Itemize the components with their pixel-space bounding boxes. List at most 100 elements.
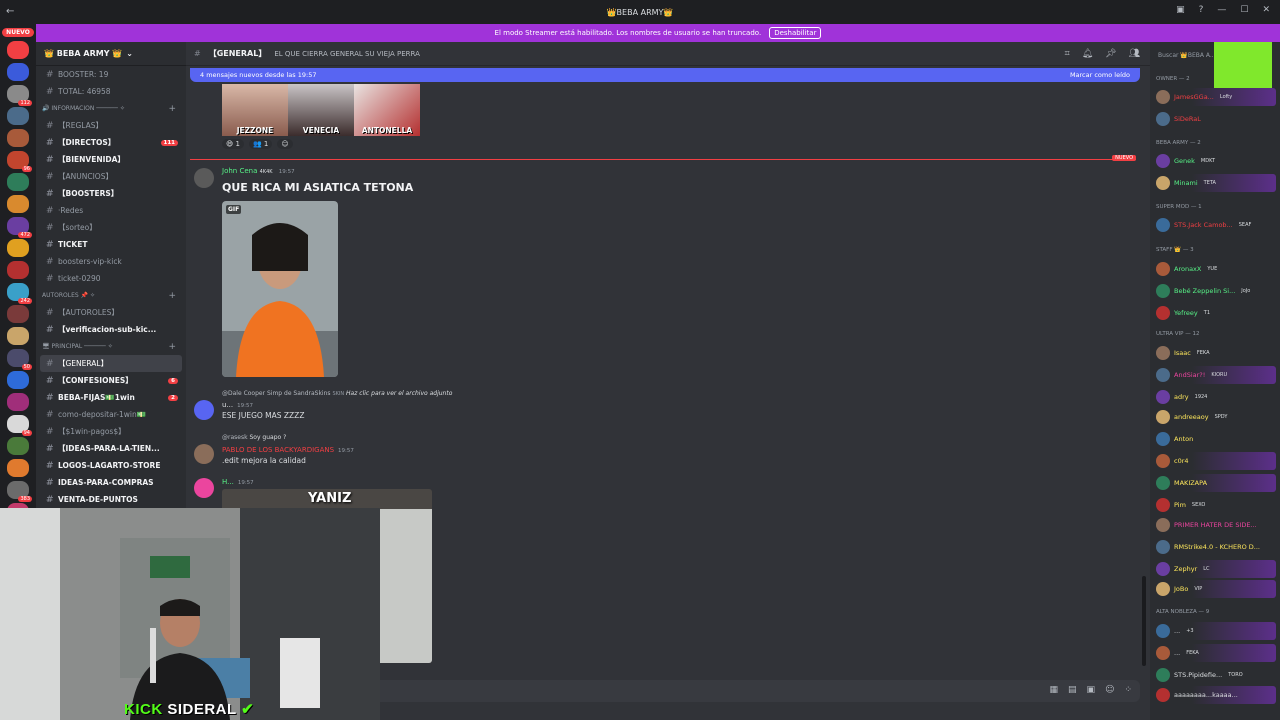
channel-topic[interactable]: EL QUE CIERRA GENERAL SU VIEJA PERRA [274, 50, 420, 58]
member-item[interactable]: AndSiar?! KIORU [1156, 366, 1276, 384]
member-item[interactable]: andreeaoy SPDY [1156, 408, 1276, 426]
member-item[interactable]: RMStrike4.0 - KCHERO D... [1156, 538, 1276, 556]
add-channel-icon[interactable]: + [168, 342, 176, 352]
reply-reference[interactable]: @rasesk Soy guapo ? [222, 434, 286, 441]
member-item[interactable]: Bebé Zeppelin Si... JoJo [1156, 282, 1276, 300]
member-item[interactable]: Minami TETA [1156, 174, 1276, 192]
channel-item[interactable]: # 【AUTOROLES】 [36, 304, 186, 321]
guild-header[interactable]: 👑 BEBA ARMY 👑 ⌄ [36, 42, 186, 66]
member-item[interactable]: STS.Pipidefie... TORO [1156, 666, 1276, 684]
emoji-icon[interactable]: ☺ [1105, 685, 1114, 695]
collage-image[interactable]: JEZZONE [222, 84, 288, 136]
avatar[interactable] [194, 400, 214, 420]
image-collage[interactable]: JEZZONE VENECIA ANTONELLA [222, 84, 420, 136]
server-icon[interactable] [7, 305, 29, 323]
server-icon[interactable] [7, 327, 29, 345]
channel-item[interactable]: # ticket-0290 [36, 270, 186, 287]
channel-item[interactable]: # 【CONFESIONES】 6 [36, 372, 186, 389]
channel-item[interactable]: # IDEAS-PARA-COMPRAS [36, 474, 186, 491]
member-item[interactable]: MAKIZAPA [1156, 474, 1276, 492]
server-icon[interactable]: 94 [7, 415, 32, 436]
gif-icon[interactable]: ▤ [1068, 685, 1077, 695]
avatar[interactable] [194, 478, 214, 498]
maximize-icon[interactable]: ☐ [1240, 5, 1248, 15]
sticker-icon[interactable]: ▣ [1087, 685, 1096, 695]
channel-item[interactable]: # 【GENERAL】 [40, 355, 182, 372]
channel-item[interactable]: # 【BOOSTERS】 [36, 185, 186, 202]
add-channel-icon[interactable]: + [168, 104, 176, 114]
message-author[interactable]: John Cena 4K4K 19:57 [222, 167, 295, 175]
reaction[interactable]: 😄 1 [222, 139, 244, 149]
close-icon[interactable]: ✕ [1262, 5, 1270, 15]
member-item[interactable]: JoBo VIP [1156, 580, 1276, 598]
disable-streamer-button[interactable]: Deshabilitar [769, 27, 822, 39]
server-icon[interactable] [7, 371, 29, 389]
channel-item[interactable]: # 【IDEAS-PARA-LA-TIEN... [36, 440, 186, 457]
message-author[interactable]: u... 19:57 [222, 401, 253, 409]
members-icon[interactable]: 👥︎ [1129, 49, 1140, 59]
server-icon[interactable] [7, 393, 29, 411]
server-icon[interactable] [7, 107, 29, 125]
channel-item[interactable]: # BEBA-FIJAS💵1win 2 [36, 389, 186, 406]
add-channel-icon[interactable]: + [168, 291, 176, 301]
channel-item[interactable]: # TICKET [36, 236, 186, 253]
server-icon[interactable]: 383 [7, 481, 32, 502]
back-arrow-icon[interactable]: ← [6, 6, 14, 17]
channel-category[interactable]: 🖥 PRINCIPAL ────── ✧ + [36, 338, 186, 355]
server-icon[interactable]: 242 [7, 283, 32, 304]
server-icon[interactable] [7, 261, 29, 279]
channel-item[interactable]: # 【sorteo】 [36, 219, 186, 236]
server-icon[interactable] [7, 459, 29, 477]
channel-category[interactable]: AUTOROLES 📌 ✧ + [36, 287, 186, 304]
member-item[interactable]: Yefreey T1 [1156, 304, 1276, 322]
threads-icon[interactable]: ⌗ [1065, 49, 1070, 59]
pin-icon[interactable]: 📌︎ [1105, 49, 1116, 59]
member-item[interactable]: Zephyr LC [1156, 560, 1276, 578]
server-icon[interactable] [7, 173, 29, 191]
channel-item[interactable]: # VENTA-DE-PUNTOS [36, 491, 186, 508]
avatar[interactable] [194, 444, 214, 464]
member-item[interactable]: c0r4 [1156, 452, 1276, 470]
reaction[interactable]: 👥 1 [248, 139, 273, 149]
member-item[interactable]: ... +3 [1156, 622, 1276, 640]
member-item[interactable]: Genek MDKT [1156, 152, 1276, 170]
server-icon[interactable]: 50 [7, 349, 32, 370]
message-author[interactable]: H... 19:57 [222, 478, 254, 486]
help-icon[interactable]: ? [1199, 5, 1204, 15]
channel-item[interactable]: # 【ANUNCIOS】 [36, 168, 186, 185]
member-item[interactable]: adry 1924 [1156, 388, 1276, 406]
channel-item[interactable]: # TOTAL: 46958 [36, 83, 186, 100]
channel-item[interactable]: # 【DIRECTOS】 111 [36, 134, 186, 151]
server-icon[interactable] [7, 129, 29, 147]
member-item[interactable]: aaaaaaaa...kaaaa... [1156, 686, 1276, 704]
collage-image[interactable]: ANTONELLA [354, 84, 420, 136]
member-item[interactable]: Pim SEXO [1156, 496, 1276, 514]
server-icon[interactable] [7, 239, 29, 257]
channel-item[interactable]: # 【verificacion-sub-kic... [36, 321, 186, 338]
member-item[interactable]: ... FEKA [1156, 644, 1276, 662]
member-item[interactable]: AronaxX YUE [1156, 260, 1276, 278]
channel-category[interactable]: 🔊 INFORMACION ────── ✧ + [36, 100, 186, 117]
add-reaction-icon[interactable]: ☺ [277, 139, 293, 149]
member-item[interactable]: PRIMER HATER DE SIDE... [1156, 516, 1276, 534]
inbox-icon[interactable]: ▣ [1176, 5, 1185, 15]
member-item[interactable]: Anton [1156, 430, 1276, 448]
channel-item[interactable]: # como-depositar-1win💵 [36, 406, 186, 423]
channel-item[interactable]: # ·Redes [36, 202, 186, 219]
reply-reference[interactable]: @Dale Cooper Simp de SandraSkins SKIN Ha… [222, 390, 452, 397]
server-icon[interactable] [7, 63, 29, 81]
bell-icon[interactable]: 🔔︎ [1082, 49, 1093, 59]
chat-scrollbar[interactable] [1142, 576, 1146, 666]
gif-attachment[interactable]: GIF [222, 201, 338, 377]
server-icon[interactable]: 472 [7, 217, 32, 238]
channel-item[interactable]: # boosters-vip-kick [36, 253, 186, 270]
member-item[interactable]: STS.Jack Camob... SEAF [1156, 216, 1276, 234]
channel-item[interactable]: # 【$1win-pagos$】 [36, 423, 186, 440]
member-item[interactable]: JamesGGa... Lofty [1156, 88, 1276, 106]
channel-item[interactable]: # BOOSTER: 19 [36, 66, 186, 83]
minimize-icon[interactable]: — [1217, 5, 1226, 15]
server-icon[interactable] [7, 41, 29, 59]
channel-item[interactable]: # 【REGLAS】 [36, 117, 186, 134]
server-icon[interactable]: 96 [7, 151, 32, 172]
server-icon[interactable] [7, 437, 29, 455]
